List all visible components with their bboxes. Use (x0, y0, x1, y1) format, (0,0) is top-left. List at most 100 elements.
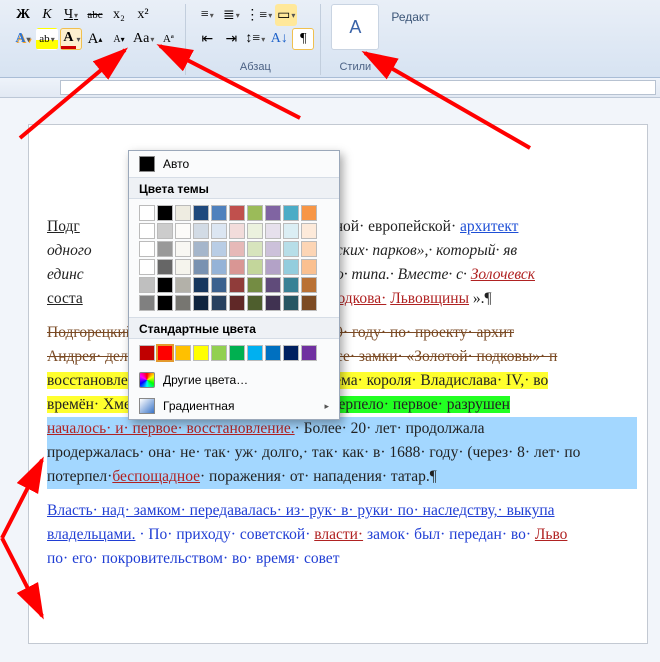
color-swatch[interactable] (193, 259, 209, 275)
gradient-item[interactable]: Градиентная ▸ (129, 393, 339, 419)
color-swatch[interactable] (211, 295, 227, 311)
other-colors-item[interactable]: Другие цвета… (129, 367, 339, 393)
color-swatch[interactable] (301, 259, 317, 275)
color-swatch[interactable] (283, 205, 299, 221)
color-swatch[interactable] (211, 345, 227, 361)
bullets-button[interactable]: ≡▾ (196, 4, 218, 26)
auto-color-item[interactable]: Авто (129, 151, 339, 177)
color-swatch[interactable] (301, 205, 317, 221)
font-color-dropdown: Авто Цвета темы Стандартные цвета Другие… (128, 150, 340, 420)
strike-button[interactable]: abc (84, 4, 106, 26)
color-swatch[interactable] (193, 205, 209, 221)
underline-button[interactable]: Ч▾ (60, 4, 82, 26)
color-swatch[interactable] (139, 259, 155, 275)
grow-font-button[interactable]: A▴ (84, 28, 106, 50)
color-swatch[interactable] (157, 241, 173, 257)
color-swatch[interactable] (283, 241, 299, 257)
color-swatch[interactable] (175, 241, 191, 257)
color-swatch[interactable] (211, 259, 227, 275)
color-swatch[interactable] (229, 345, 245, 361)
color-swatch[interactable] (157, 205, 173, 221)
color-swatch[interactable] (301, 345, 317, 361)
show-marks-button[interactable]: ¶ (292, 28, 314, 50)
color-swatch[interactable] (139, 205, 155, 221)
color-swatch[interactable] (265, 223, 281, 239)
multilevel-button[interactable]: ⋮≡▾ (244, 4, 273, 26)
color-swatch[interactable] (265, 277, 281, 293)
paragraph-3: Власть· над· замком· передавалась· из· р… (47, 499, 637, 571)
color-swatch[interactable] (301, 277, 317, 293)
color-swatch[interactable] (193, 241, 209, 257)
color-swatch[interactable] (175, 277, 191, 293)
text-effects-button[interactable]: A▾ (12, 28, 34, 50)
sort-button[interactable]: A↓ (268, 28, 290, 50)
change-case-button[interactable]: Aa▾ (132, 28, 155, 50)
color-swatch[interactable] (211, 223, 227, 239)
color-swatch[interactable] (157, 277, 173, 293)
shading-button[interactable]: ▭▾ (275, 4, 297, 26)
color-swatch[interactable] (229, 259, 245, 275)
color-swatch[interactable] (283, 277, 299, 293)
color-swatch[interactable] (247, 241, 263, 257)
color-swatch[interactable] (193, 277, 209, 293)
color-swatch[interactable] (139, 295, 155, 311)
color-swatch[interactable] (175, 345, 191, 361)
clear-format-button[interactable]: Aª (157, 28, 179, 50)
color-swatch[interactable] (301, 223, 317, 239)
color-swatch[interactable] (283, 295, 299, 311)
color-swatch[interactable] (175, 223, 191, 239)
color-swatch[interactable] (247, 259, 263, 275)
color-swatch[interactable] (265, 259, 281, 275)
color-swatch[interactable] (247, 345, 263, 361)
color-swatch[interactable] (283, 223, 299, 239)
color-swatch[interactable] (157, 259, 173, 275)
color-swatch[interactable] (193, 295, 209, 311)
color-swatch[interactable] (157, 345, 173, 361)
color-swatch[interactable] (247, 205, 263, 221)
color-swatch[interactable] (247, 295, 263, 311)
color-swatch[interactable] (265, 241, 281, 257)
superscript-button[interactable]: x² (132, 4, 154, 26)
dec-indent-button[interactable]: ⇤ (196, 28, 218, 50)
color-swatch[interactable] (265, 345, 281, 361)
color-swatch[interactable] (175, 205, 191, 221)
color-swatch[interactable] (139, 277, 155, 293)
color-swatch[interactable] (139, 223, 155, 239)
color-swatch[interactable] (139, 345, 155, 361)
italic-button[interactable]: К (36, 4, 58, 26)
numbering-button[interactable]: ≣▾ (220, 4, 242, 26)
color-swatch[interactable] (157, 295, 173, 311)
color-swatch[interactable] (247, 277, 263, 293)
color-swatch[interactable] (229, 223, 245, 239)
color-swatch[interactable] (283, 259, 299, 275)
color-swatch[interactable] (139, 241, 155, 257)
color-swatch[interactable] (265, 205, 281, 221)
text: началось· и· первое· восстановление. (47, 420, 295, 437)
shrink-font-button[interactable]: A▾ (108, 28, 130, 50)
color-swatch[interactable] (229, 205, 245, 221)
color-swatch[interactable] (157, 223, 173, 239)
bold-button[interactable]: Ж (12, 4, 34, 26)
text: · поражения· от· нападения· татар.¶ (200, 468, 437, 485)
color-swatch[interactable] (211, 241, 227, 257)
color-swatch[interactable] (301, 295, 317, 311)
color-swatch[interactable] (193, 345, 209, 361)
color-swatch[interactable] (193, 223, 209, 239)
subscript-button[interactable]: x₂ (108, 4, 130, 26)
color-swatch[interactable] (229, 241, 245, 257)
line-spacing-button[interactable]: ↕≡▾ (244, 28, 266, 50)
styles-gallery[interactable]: A (331, 4, 379, 50)
color-swatch[interactable] (211, 277, 227, 293)
color-swatch[interactable] (211, 205, 227, 221)
color-swatch[interactable] (175, 295, 191, 311)
color-swatch[interactable] (247, 223, 263, 239)
font-color-button[interactable]: A▾ (60, 28, 82, 50)
color-swatch[interactable] (229, 277, 245, 293)
color-swatch[interactable] (229, 295, 245, 311)
inc-indent-button[interactable]: ⇥ (220, 28, 242, 50)
color-swatch[interactable] (265, 295, 281, 311)
highlight-button[interactable]: ab▾ (36, 28, 58, 50)
color-swatch[interactable] (175, 259, 191, 275)
color-swatch[interactable] (301, 241, 317, 257)
color-swatch[interactable] (283, 345, 299, 361)
